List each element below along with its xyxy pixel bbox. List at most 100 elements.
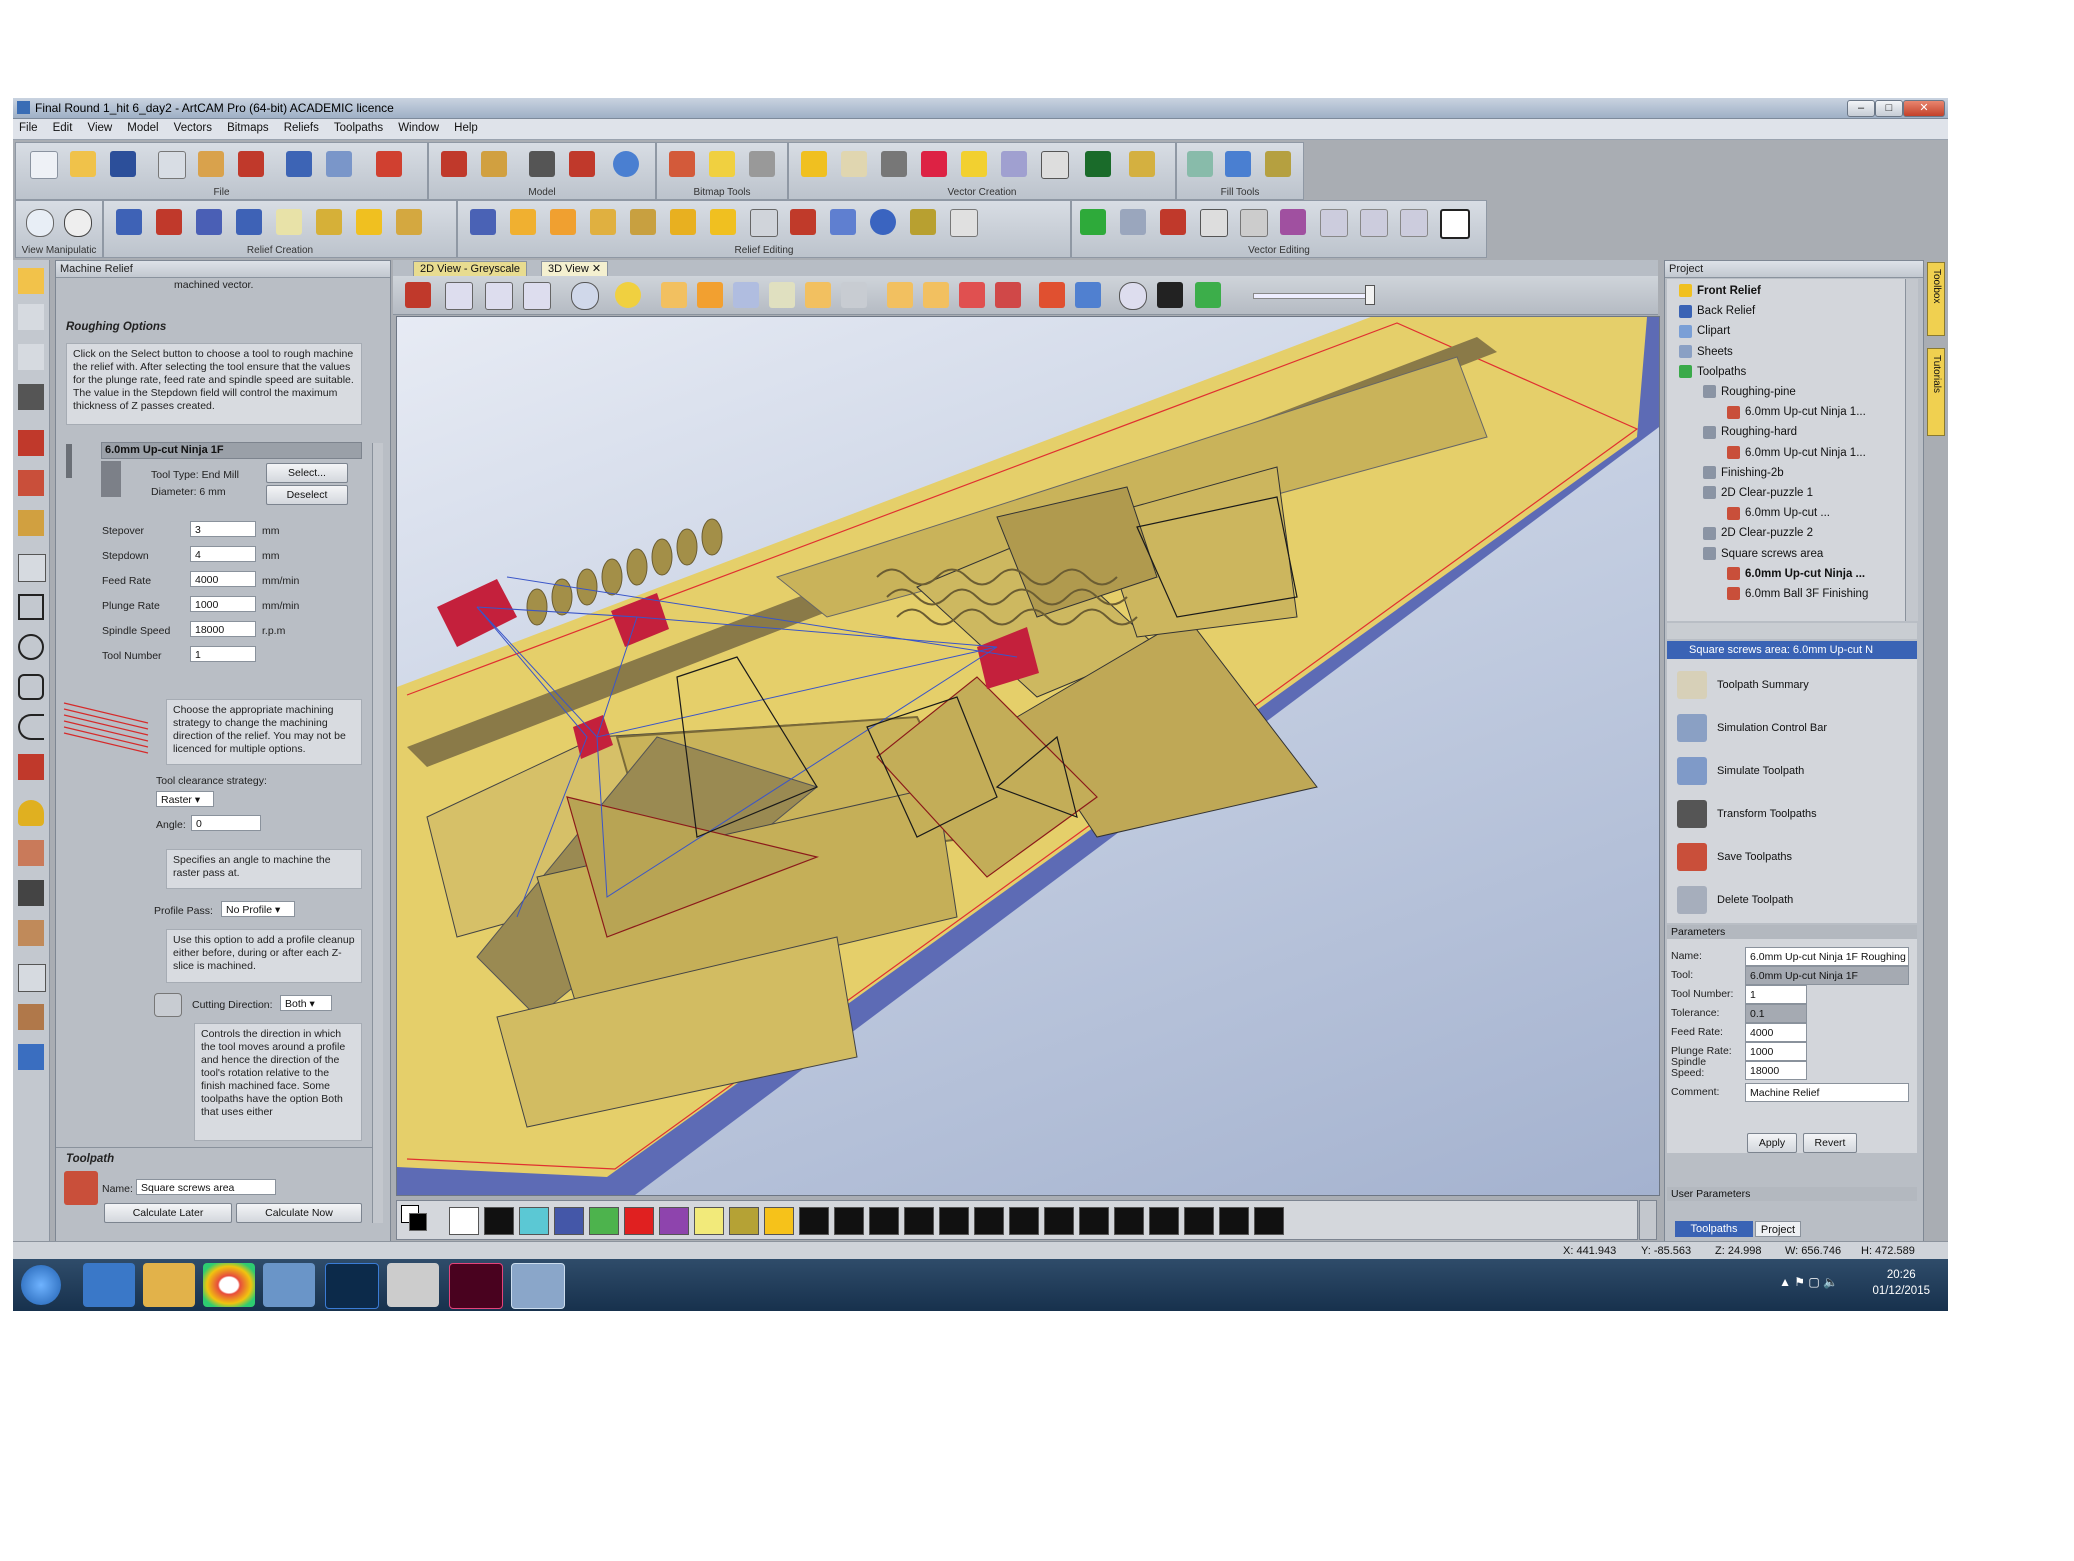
start-button-icon[interactable]: [21, 1265, 61, 1305]
menu-help[interactable]: Help: [448, 119, 484, 134]
smudge-icon[interactable]: [18, 840, 44, 866]
color-swatch[interactable]: [449, 1207, 479, 1235]
settings-icon[interactable]: [1119, 282, 1147, 310]
model-globe-icon[interactable]: [613, 151, 639, 177]
wireframe-icon[interactable]: [733, 282, 759, 308]
maximize-button[interactable]: □: [1875, 100, 1903, 117]
model-scale-icon[interactable]: [569, 151, 595, 177]
feed-rate-input[interactable]: 4000: [190, 571, 256, 587]
vector-weld-icon[interactable]: [1120, 209, 1146, 235]
color-swatch[interactable]: [519, 1207, 549, 1235]
vector-arrow-icon[interactable]: [841, 151, 867, 177]
relief-edit-1-icon[interactable]: [470, 209, 496, 235]
menu-toolpaths[interactable]: Toolpaths: [328, 119, 389, 134]
color-swatch[interactable]: [799, 1207, 829, 1235]
back-relief-icon[interactable]: [841, 282, 867, 308]
vector-add-icon[interactable]: [1080, 209, 1106, 235]
cut-icon[interactable]: [158, 151, 186, 179]
bitmap-edit-icon[interactable]: [749, 151, 775, 177]
vector-mirror-icon[interactable]: [1200, 209, 1228, 237]
text-tool-icon[interactable]: [18, 754, 44, 780]
select-tool-button[interactable]: Select...: [266, 463, 348, 483]
network-folder-icon[interactable]: [263, 1263, 315, 1307]
model-image-icon[interactable]: [529, 151, 555, 177]
vector-layers-icon[interactable]: [1001, 151, 1027, 177]
paint-brush-icon[interactable]: [1075, 282, 1101, 308]
vector-chamfer-icon[interactable]: [1360, 209, 1388, 237]
menu-file[interactable]: File: [13, 119, 44, 134]
shaded-icon[interactable]: [805, 282, 831, 308]
circle-icon[interactable]: [18, 634, 44, 660]
fill-pattern-icon[interactable]: [1265, 151, 1291, 177]
tool-number-input[interactable]: 1: [190, 646, 256, 662]
spindle-speed-input[interactable]: 18000: [190, 621, 256, 637]
layers-icon[interactable]: [1195, 282, 1221, 308]
menu-model[interactable]: Model: [121, 119, 164, 134]
fill-dots-icon[interactable]: [1187, 151, 1213, 177]
light-bulb-icon[interactable]: [615, 282, 641, 308]
settings-tool-icon[interactable]: [18, 1044, 44, 1070]
brush-icon[interactable]: [18, 920, 44, 946]
minimize-button[interactable]: –: [1847, 100, 1875, 117]
tree-item[interactable]: 6.0mm Up-cut Ninja 1...: [1667, 402, 1866, 422]
relief-extrude-icon[interactable]: [236, 209, 262, 235]
color-swatch[interactable]: [764, 1207, 794, 1235]
relief-edit-4-icon[interactable]: [590, 209, 616, 235]
vector-nesting-icon[interactable]: [1041, 151, 1069, 179]
front-view-icon[interactable]: [445, 282, 473, 310]
tab-2d-view[interactable]: 2D View - Greyscale: [413, 261, 528, 277]
color-swatch[interactable]: [624, 1207, 654, 1235]
toolbox-side-tab[interactable]: Toolbox: [1927, 262, 1945, 336]
stepover-input[interactable]: 3: [190, 521, 256, 537]
menu-view[interactable]: View: [81, 119, 118, 134]
view-slider-track[interactable]: [1253, 293, 1375, 299]
relief-edit-2-icon[interactable]: [510, 209, 536, 235]
angle-input[interactable]: 0: [191, 815, 261, 831]
tree-item[interactable]: Back Relief: [1667, 301, 1755, 321]
param-input[interactable]: 4000: [1745, 1023, 1807, 1042]
side-view-icon[interactable]: [485, 282, 513, 310]
select-arrow-icon[interactable]: [18, 268, 44, 294]
menu-reliefs[interactable]: Reliefs: [278, 119, 325, 134]
vector-diamond-icon[interactable]: [961, 151, 987, 177]
eraser-icon[interactable]: [18, 964, 46, 992]
param-input[interactable]: 1: [1745, 985, 1807, 1004]
menu-window[interactable]: Window: [392, 119, 445, 134]
relief-edit-12-icon[interactable]: [910, 209, 936, 235]
tree-item[interactable]: 6.0mm Up-cut ...: [1667, 503, 1830, 523]
tree-item[interactable]: 6.0mm Ball 3F Finishing: [1667, 584, 1868, 604]
internet-explorer-icon[interactable]: [83, 1263, 135, 1307]
view-slider-thumb[interactable]: [1365, 285, 1375, 305]
vector-star-icon[interactable]: [801, 151, 827, 177]
3d-viewport[interactable]: [396, 316, 1660, 1196]
calculate-now-button[interactable]: Calculate Now: [236, 1203, 362, 1223]
relief-edit-5-icon[interactable]: [630, 209, 656, 235]
material-icon[interactable]: [769, 282, 795, 308]
user-parameters-title[interactable]: User Parameters: [1667, 1187, 1917, 1201]
tree-scrollbar[interactable]: [1905, 279, 1918, 621]
copy-icon[interactable]: [198, 151, 224, 177]
vector-text-icon[interactable]: [1085, 151, 1111, 177]
color-diamond-icon[interactable]: [1157, 282, 1183, 308]
globe-view-icon[interactable]: [64, 209, 92, 237]
revert-button[interactable]: Revert: [1803, 1133, 1857, 1153]
plunge-rate-input[interactable]: 1000: [190, 596, 256, 612]
undo-icon[interactable]: [286, 151, 312, 177]
apply-button[interactable]: Apply: [1747, 1133, 1797, 1153]
menu-edit[interactable]: Edit: [47, 119, 79, 134]
param-input[interactable]: 1000: [1745, 1042, 1807, 1061]
layer-display-icon[interactable]: [887, 282, 913, 308]
iso-view-icon[interactable]: [405, 282, 431, 308]
color-swatch[interactable]: [589, 1207, 619, 1235]
relief-edit-3-icon[interactable]: [550, 209, 576, 235]
transform-icon[interactable]: [18, 344, 44, 370]
tree-item[interactable]: 6.0mm Up-cut Ninja 1...: [1667, 443, 1866, 463]
cutting-direction-select[interactable]: Both ▾: [280, 995, 332, 1011]
color-swatch[interactable]: [1044, 1207, 1074, 1235]
toolpath-display-icon[interactable]: [1039, 282, 1065, 308]
color-swatch[interactable]: [729, 1207, 759, 1235]
tab-3d-view[interactable]: 3D View ✕: [541, 261, 609, 277]
menu-bitmaps[interactable]: Bitmaps: [221, 119, 275, 134]
tree-item[interactable]: Square screws area: [1667, 544, 1823, 564]
palette-scroll[interactable]: [1639, 1200, 1657, 1240]
